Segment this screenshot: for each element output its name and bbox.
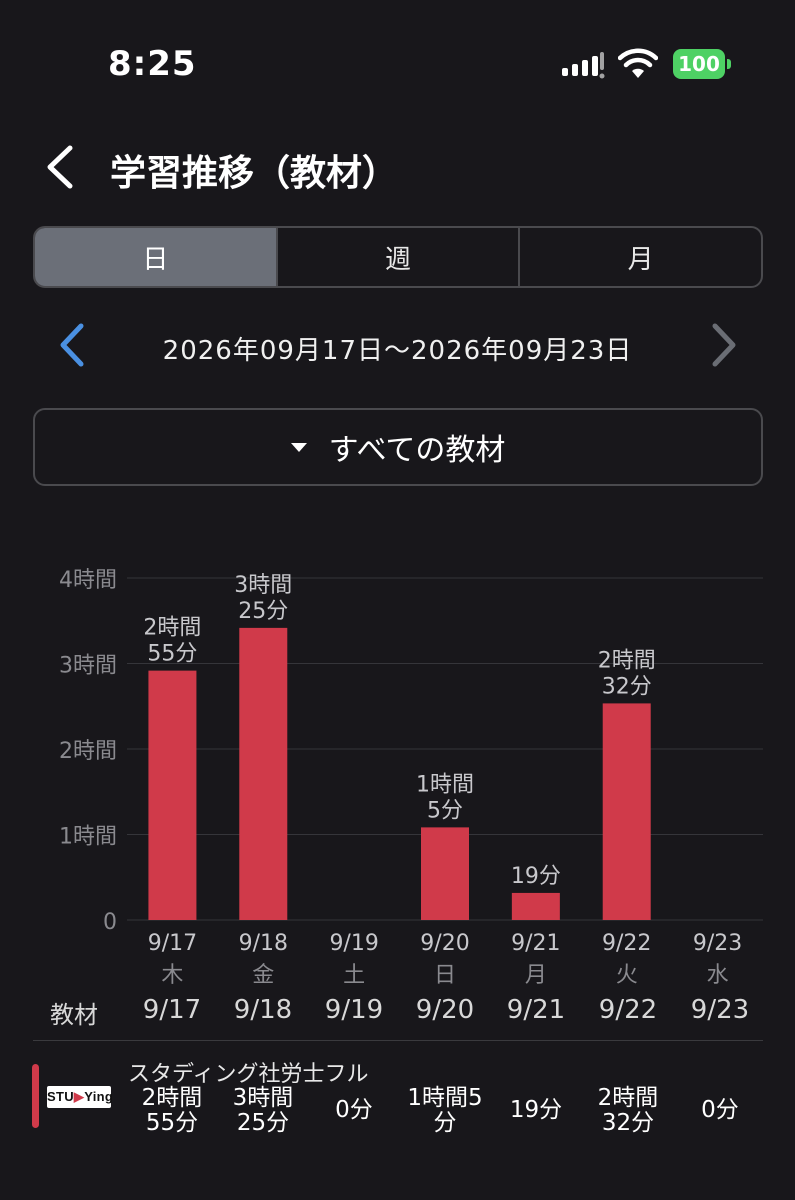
period-segmented-control: 日 週 月: [33, 226, 763, 288]
data-label: 2時間: [598, 648, 656, 673]
table-header-date: 9/18: [233, 995, 293, 1025]
divider: [33, 1040, 763, 1041]
segment-day[interactable]: 日: [35, 228, 276, 286]
data-label: 25分: [238, 599, 288, 624]
data-label: 55分: [147, 642, 197, 667]
x-tick-label: 9/20: [420, 931, 469, 956]
table-cell: 2時間 55分: [141, 1085, 203, 1136]
table-header-date: 9/22: [598, 995, 658, 1025]
cellular-signal-icon: [562, 52, 605, 79]
material-color-swatch: [32, 1064, 39, 1128]
table-cell: 1時間5 分: [407, 1085, 483, 1136]
table-cell: 19分: [509, 1097, 563, 1123]
bar: [511, 892, 560, 920]
table-header-date: 9/20: [415, 995, 475, 1025]
data-label: 1時間: [416, 772, 474, 797]
segment-month[interactable]: 月: [518, 228, 761, 286]
table-header-date: 9/23: [690, 995, 750, 1025]
bar: [148, 670, 197, 920]
study-time-bar-chart: 0 1時間 2時間 3時間 4時間 2時間 55分 9/17 木 3時間 25分 9/18 金 9/19 土…: [0, 540, 795, 1000]
bar: [421, 827, 469, 920]
table-header-date: 9/19: [324, 995, 384, 1025]
battery-icon: 100: [673, 49, 731, 79]
nav-header: 学習推移（教材）: [0, 130, 795, 206]
table-header-date: 9/17: [142, 995, 202, 1025]
table-header-date: 9/21: [506, 995, 566, 1025]
x-weekday-label: 金: [252, 963, 274, 988]
date-navigation: 2026年09月17日〜2026年09月23日: [0, 310, 795, 380]
x-tick-label: 9/18: [239, 931, 288, 956]
material-filter-dropdown[interactable]: すべての教材: [33, 408, 763, 486]
page-title: 学習推移（教材）: [110, 153, 399, 194]
status-bar: 8:25 100: [0, 0, 795, 120]
material-filter-label: すべての教材: [328, 433, 506, 468]
data-label: 32分: [602, 674, 652, 699]
material-logo: STU▶Ying: [47, 1086, 113, 1108]
x-weekday-label: 土: [343, 963, 365, 988]
x-weekday-label: 木: [161, 963, 183, 988]
data-label: 5分: [427, 798, 463, 823]
battery-level: 100: [673, 49, 725, 79]
x-tick-label: 9/17: [148, 931, 197, 956]
y-tick-label: 2時間: [59, 739, 117, 764]
data-label: 3時間: [234, 573, 292, 598]
x-weekday-label: 日: [434, 963, 456, 988]
table-cell: 2時間 32分: [597, 1085, 659, 1136]
next-period-chevron-icon[interactable]: [705, 322, 741, 368]
x-weekday-label: 水: [707, 963, 729, 988]
wifi-icon: [618, 48, 658, 78]
caret-down-icon: [290, 442, 307, 452]
y-tick-label: 4時間: [59, 568, 117, 593]
back-chevron-icon[interactable]: [40, 142, 80, 192]
bar: [239, 627, 288, 920]
x-tick-label: 9/23: [693, 931, 742, 956]
x-weekday-label: 月: [525, 963, 547, 988]
x-tick-label: 9/22: [602, 931, 651, 956]
table-cell: 0分: [701, 1097, 739, 1123]
x-tick-label: 9/21: [511, 931, 560, 956]
data-label: 19分: [511, 864, 561, 889]
chart-svg: 01時間2時間3時間4時間2時間55分9/17木3時間25分9/18金9/19土…: [59, 568, 763, 988]
status-time: 8:25: [108, 44, 197, 84]
date-range-label: 2026年09月17日〜2026年09月23日: [162, 336, 633, 366]
material-name: スタディング社労士フル: [128, 1062, 369, 1087]
table-header: 教材 9/17 9/18 9/19 9/20 9/21 9/22 9/23: [0, 995, 795, 1035]
table-header-label: 教材: [50, 1001, 98, 1029]
data-label: 2時間: [143, 616, 201, 641]
y-tick-label: 1時間: [59, 825, 117, 850]
table-cell: 3時間 25分: [232, 1085, 294, 1136]
y-tick-label: 0: [103, 910, 117, 935]
table-row[interactable]: STU▶Ying スタディング社労士フル 2時間 55分 3時間 25分 0分 …: [0, 1050, 795, 1140]
bar: [602, 703, 651, 920]
x-tick-label: 9/19: [329, 931, 378, 956]
x-weekday-label: 火: [616, 963, 638, 988]
segment-week[interactable]: 週: [275, 228, 519, 286]
y-tick-label: 3時間: [59, 654, 117, 679]
table-cell: 0分: [335, 1097, 373, 1123]
